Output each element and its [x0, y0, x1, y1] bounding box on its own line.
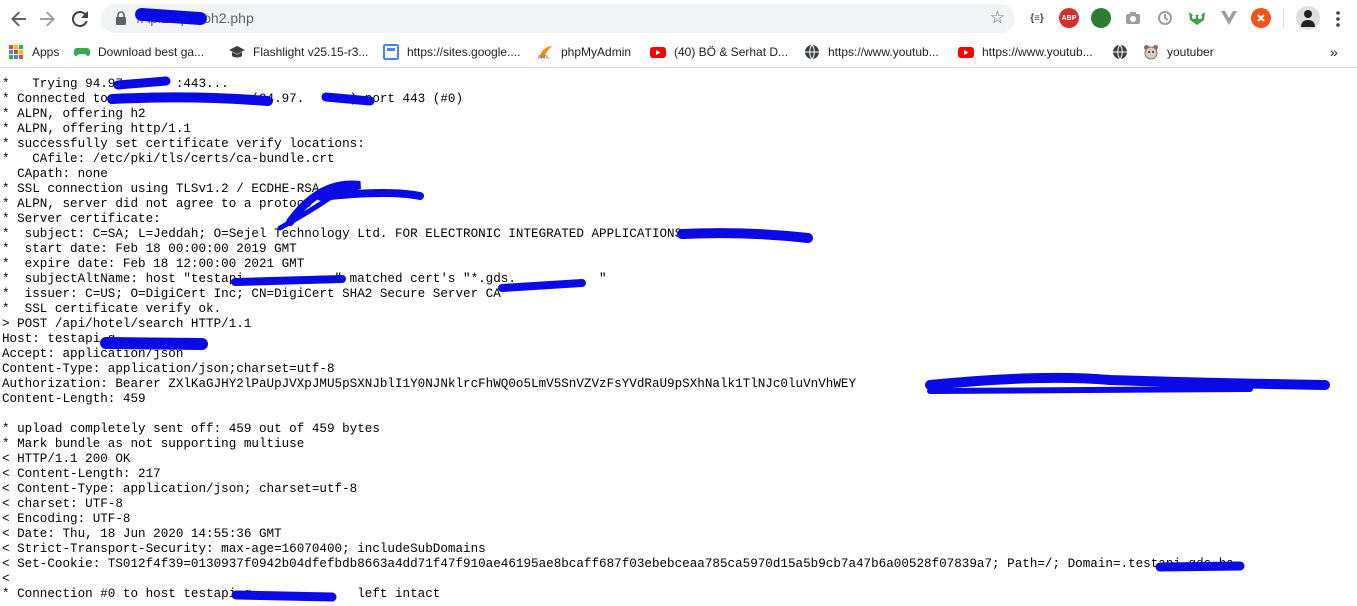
redaction-mark — [100, 337, 208, 350]
redaction-mark — [286, 180, 424, 226]
redaction-mark — [1155, 561, 1245, 572]
redaction-mark — [277, 183, 348, 231]
redaction-mark — [107, 92, 273, 106]
redaction-mark — [113, 76, 171, 90]
redaction-mark — [321, 92, 375, 106]
redaction-mark — [677, 228, 813, 243]
redaction-mark — [498, 279, 586, 292]
redaction-overlay — [100, 76, 1330, 602]
redaction-mark — [231, 275, 346, 286]
redaction-mark — [925, 372, 1330, 390]
redaction-mark — [927, 386, 1253, 394]
redaction-mark — [231, 590, 337, 602]
